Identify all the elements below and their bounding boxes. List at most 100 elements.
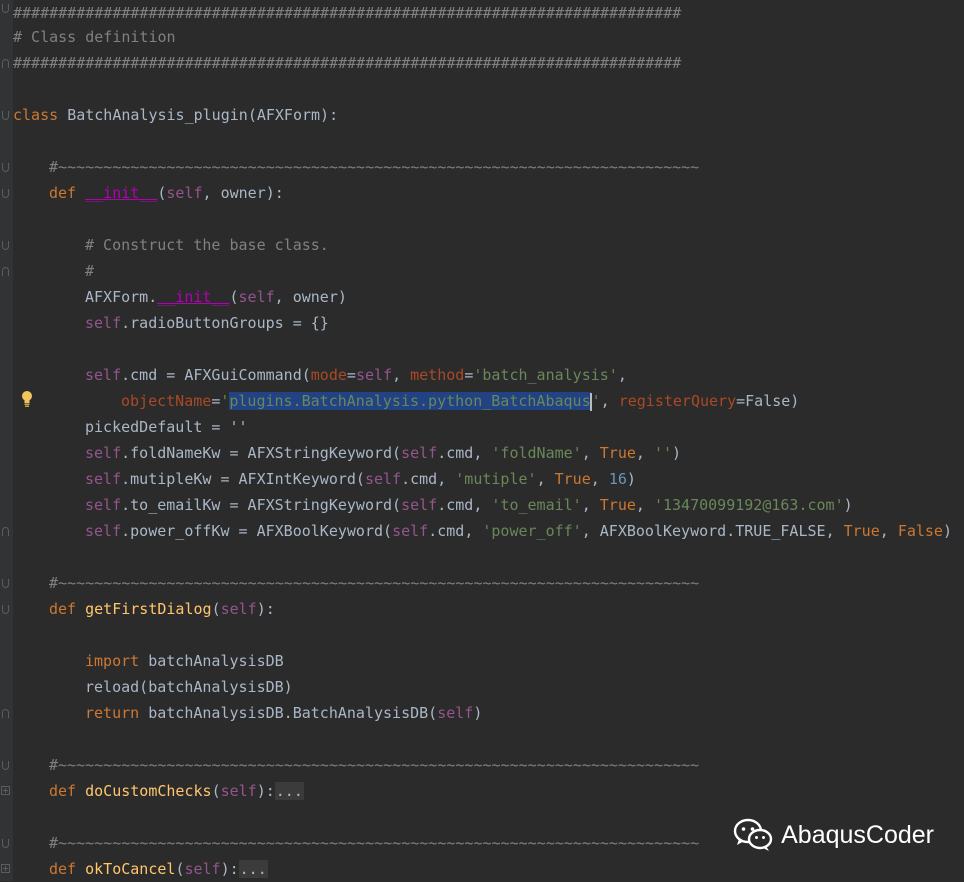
fold-marker[interactable] (2, 527, 9, 536)
function-name: getFirstDialog (85, 600, 212, 618)
punctuation: ( (211, 782, 221, 800)
code-text: .radioButtonGroups = {} (121, 314, 329, 332)
code-line: class BatchAnalysis_plugin(AFXForm): (13, 102, 338, 128)
code-text: .cmd (437, 496, 474, 514)
punctuation: = (211, 392, 221, 410)
code-text: AFXBoolKeyword.TRUE_FALSE (599, 522, 826, 540)
fold-marker[interactable] (2, 605, 9, 614)
string-literal: 'batch_analysis' (473, 366, 618, 384)
punctuation: ) (672, 444, 682, 462)
function-name: doCustomChecks (85, 782, 212, 800)
punctuation: = (464, 366, 474, 384)
self-keyword: self (85, 470, 122, 488)
collapsed-block[interactable]: ... (238, 860, 268, 878)
code-line: def okToCancel(self):... (49, 856, 268, 882)
punctuation: , (635, 496, 654, 514)
self-keyword: self (437, 704, 474, 722)
self-keyword: self (184, 860, 221, 878)
comment: #~~~~~~~~~~~~~~~~~~~~~~~~~~~~~~~~~~~~~~~… (49, 834, 700, 852)
signature: , owner): (202, 184, 284, 202)
self-keyword: self (355, 366, 393, 384)
punctuation: , (825, 522, 844, 540)
fold-marker[interactable] (2, 111, 9, 120)
keyword: class (13, 106, 59, 124)
expand-fold-icon[interactable] (1, 864, 10, 873)
punctuation: , (879, 522, 898, 540)
self-keyword: self (166, 184, 203, 202)
collapsed-block[interactable]: ... (274, 782, 304, 800)
comment: #~~~~~~~~~~~~~~~~~~~~~~~~~~~~~~~~~~~~~~~… (49, 158, 700, 176)
parameter: registerQuery (618, 392, 737, 410)
code-text: .foldNameKw = AFXStringKeyword( (121, 444, 402, 462)
code-line: objectName= 'plugins.BatchAnalysis.python… (121, 388, 799, 414)
punctuation: ) (473, 704, 483, 722)
fold-marker[interactable] (2, 839, 9, 848)
fold-marker[interactable] (2, 4, 9, 13)
punctuation: , (581, 444, 600, 462)
comment: ########################################… (13, 4, 682, 22)
fold-marker[interactable] (2, 267, 9, 276)
code-text: .cmd (401, 470, 438, 488)
code-line: #~~~~~~~~~~~~~~~~~~~~~~~~~~~~~~~~~~~~~~~… (49, 752, 699, 778)
watermark-text: AbaqusCoder (781, 820, 934, 849)
self-keyword: self (392, 522, 429, 540)
punctuation: , (581, 496, 600, 514)
fold-marker[interactable] (2, 709, 9, 718)
fold-marker[interactable] (2, 59, 9, 68)
code-line: def __init__(self, owner): (49, 180, 284, 206)
code-line: #~~~~~~~~~~~~~~~~~~~~~~~~~~~~~~~~~~~~~~~… (49, 570, 699, 596)
code-text: pickedDefault = '' (85, 418, 248, 436)
function-name: okToCancel (85, 860, 176, 878)
keyword: False (897, 522, 943, 540)
self-keyword: self (85, 522, 122, 540)
fold-marker[interactable] (2, 241, 9, 250)
wechat-icon (733, 818, 773, 851)
punctuation: , (473, 496, 492, 514)
parameter: objectName (121, 392, 212, 410)
code-text: .power_offKw = AFXBoolKeyword( (121, 522, 393, 540)
selected-text[interactable]: plugins.BatchAnalysis.python_BatchAbaqus (229, 392, 591, 410)
string-literal: '' (653, 444, 673, 462)
punctuation: ): (220, 860, 239, 878)
code-editor[interactable]: ########################################… (0, 0, 964, 881)
code-line: self.power_offKw = AFXBoolKeyword(self.c… (85, 518, 952, 544)
keyword: def (49, 860, 77, 878)
keyword: True (599, 496, 636, 514)
punctuation: ( (229, 288, 239, 306)
fold-marker[interactable] (2, 579, 9, 588)
code-text: batchAnalysisDB (139, 652, 284, 670)
keyword: True (554, 470, 591, 488)
keyword: def (49, 184, 77, 202)
code-text: .to_emailKw = AFXStringKeyword( (121, 496, 402, 514)
self-keyword: self (85, 496, 122, 514)
self-keyword: self (85, 444, 122, 462)
code-line: self.radioButtonGroups = {} (85, 310, 329, 336)
lightbulb-icon[interactable] (20, 390, 34, 408)
code-line: def doCustomChecks(self):... (49, 778, 304, 804)
string-literal: 'mutiple' (455, 470, 537, 488)
string-quote: ' (591, 392, 601, 410)
punctuation: , (437, 470, 456, 488)
expand-fold-icon[interactable] (1, 786, 10, 795)
self-keyword: self (401, 496, 438, 514)
code-text: AFXForm. (85, 288, 158, 306)
punctuation: ) (843, 496, 853, 514)
keyword: def (49, 600, 77, 618)
code-line: reload(batchAnalysisDB) (85, 674, 293, 700)
code-line: # Class definition (13, 24, 176, 50)
string-literal: '13470099192@163.com' (653, 496, 844, 514)
punctuation: , (536, 470, 555, 488)
punctuation: , (600, 392, 619, 410)
fold-marker[interactable] (2, 189, 9, 198)
fold-marker[interactable] (2, 761, 9, 770)
comment: # Construct the base class. (85, 236, 329, 254)
comment: ########################################… (13, 54, 682, 72)
fold-gutter (0, 0, 13, 881)
punctuation: ): (256, 600, 275, 618)
code-text: , owner) (274, 288, 347, 306)
self-keyword: self (220, 782, 257, 800)
punctuation: , (617, 366, 627, 384)
code-line: #~~~~~~~~~~~~~~~~~~~~~~~~~~~~~~~~~~~~~~~… (49, 154, 699, 180)
string-literal: 'foldName' (491, 444, 582, 462)
fold-marker[interactable] (2, 163, 9, 172)
